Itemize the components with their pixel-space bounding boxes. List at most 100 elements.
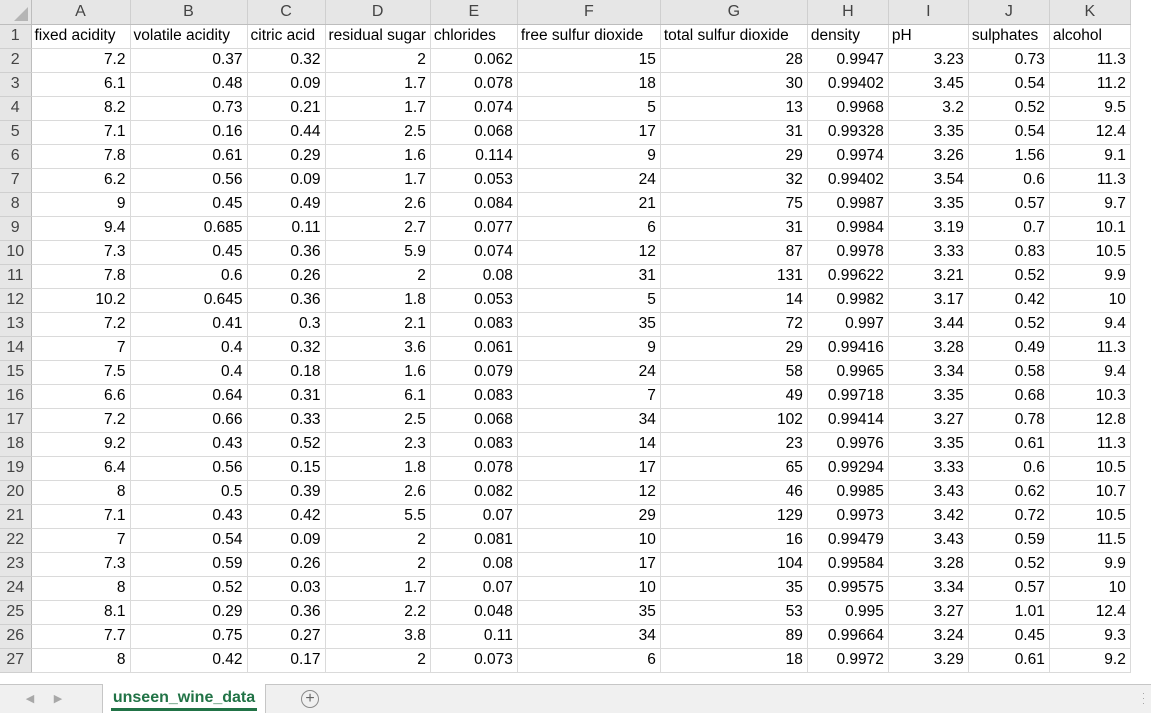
data-cell[interactable]: 0.52 bbox=[968, 96, 1050, 121]
data-cell[interactable]: 3.28 bbox=[888, 552, 969, 577]
data-cell[interactable]: 34 bbox=[517, 624, 661, 649]
data-cell[interactable]: 9.5 bbox=[1049, 96, 1131, 121]
data-cell[interactable]: 3.17 bbox=[888, 288, 969, 313]
data-cell[interactable]: 0.41 bbox=[130, 312, 248, 337]
row-number[interactable]: 21 bbox=[0, 504, 32, 529]
data-cell[interactable]: 0.99294 bbox=[807, 456, 889, 481]
data-cell[interactable]: 46 bbox=[660, 480, 808, 505]
data-cell[interactable]: 2.6 bbox=[325, 192, 431, 217]
data-cell[interactable]: 2 bbox=[325, 264, 431, 289]
data-cell[interactable]: 5 bbox=[517, 96, 661, 121]
column-title-cell[interactable]: residual sugar bbox=[325, 24, 431, 49]
data-cell[interactable]: 10.5 bbox=[1049, 504, 1131, 529]
data-cell[interactable]: 0.9982 bbox=[807, 288, 889, 313]
column-title-cell[interactable]: pH bbox=[888, 24, 969, 49]
data-cell[interactable]: 9.9 bbox=[1049, 264, 1131, 289]
data-cell[interactable]: 0.068 bbox=[430, 120, 518, 145]
data-cell[interactable]: 0.07 bbox=[430, 504, 518, 529]
column-title-cell[interactable]: sulphates bbox=[968, 24, 1050, 49]
data-cell[interactable]: 7.3 bbox=[31, 552, 131, 577]
data-cell[interactable]: 1.6 bbox=[325, 144, 431, 169]
data-cell[interactable]: 0.27 bbox=[247, 624, 326, 649]
data-cell[interactable]: 11.3 bbox=[1049, 168, 1131, 193]
data-cell[interactable]: 0.082 bbox=[430, 480, 518, 505]
data-cell[interactable]: 10 bbox=[1049, 288, 1131, 313]
column-title-cell[interactable]: citric acid bbox=[247, 24, 326, 49]
data-cell[interactable]: 0.99718 bbox=[807, 384, 889, 409]
row-number[interactable]: 7 bbox=[0, 168, 32, 193]
data-cell[interactable]: 31 bbox=[517, 264, 661, 289]
data-cell[interactable]: 2 bbox=[325, 552, 431, 577]
row-number[interactable]: 24 bbox=[0, 576, 32, 601]
data-cell[interactable]: 7 bbox=[31, 528, 131, 553]
data-cell[interactable]: 0.52 bbox=[130, 576, 248, 601]
data-cell[interactable]: 0.077 bbox=[430, 216, 518, 241]
data-cell[interactable]: 2.1 bbox=[325, 312, 431, 337]
data-cell[interactable]: 6.1 bbox=[325, 384, 431, 409]
row-number[interactable]: 5 bbox=[0, 120, 32, 145]
data-cell[interactable]: 9.2 bbox=[1049, 648, 1131, 673]
data-cell[interactable]: 9.4 bbox=[1049, 312, 1131, 337]
data-cell[interactable]: 3.54 bbox=[888, 168, 969, 193]
data-cell[interactable]: 0.99479 bbox=[807, 528, 889, 553]
data-cell[interactable]: 0.43 bbox=[130, 504, 248, 529]
data-cell[interactable]: 0.75 bbox=[130, 624, 248, 649]
data-cell[interactable]: 0.68 bbox=[968, 384, 1050, 409]
data-cell[interactable]: 0.08 bbox=[430, 552, 518, 577]
data-cell[interactable]: 0.36 bbox=[247, 288, 326, 313]
row-number[interactable]: 8 bbox=[0, 192, 32, 217]
data-cell[interactable]: 9.9 bbox=[1049, 552, 1131, 577]
data-cell[interactable]: 58 bbox=[660, 360, 808, 385]
column-title-cell[interactable]: alcohol bbox=[1049, 24, 1131, 49]
data-cell[interactable]: 12 bbox=[517, 480, 661, 505]
data-cell[interactable]: 0.11 bbox=[430, 624, 518, 649]
data-cell[interactable]: 35 bbox=[517, 312, 661, 337]
data-cell[interactable]: 0.21 bbox=[247, 96, 326, 121]
column-header-i[interactable]: I bbox=[888, 0, 969, 25]
data-cell[interactable]: 0.081 bbox=[430, 528, 518, 553]
prev-sheet-icon[interactable]: ◀ bbox=[22, 690, 38, 708]
data-cell[interactable]: 0.083 bbox=[430, 312, 518, 337]
data-cell[interactable]: 6.4 bbox=[31, 456, 131, 481]
data-cell[interactable]: 0.09 bbox=[247, 168, 326, 193]
data-cell[interactable]: 31 bbox=[660, 216, 808, 241]
data-cell[interactable]: 0.6 bbox=[130, 264, 248, 289]
data-cell[interactable]: 12.4 bbox=[1049, 600, 1131, 625]
data-cell[interactable]: 72 bbox=[660, 312, 808, 337]
data-cell[interactable]: 10.5 bbox=[1049, 456, 1131, 481]
data-cell[interactable]: 0.29 bbox=[130, 600, 248, 625]
data-cell[interactable]: 0.72 bbox=[968, 504, 1050, 529]
data-cell[interactable]: 0.078 bbox=[430, 72, 518, 97]
data-cell[interactable]: 17 bbox=[517, 456, 661, 481]
select-all-corner[interactable] bbox=[0, 0, 32, 25]
data-cell[interactable]: 1.01 bbox=[968, 600, 1050, 625]
column-header-j[interactable]: J bbox=[968, 0, 1050, 25]
data-cell[interactable]: 2.6 bbox=[325, 480, 431, 505]
data-cell[interactable]: 0.03 bbox=[247, 576, 326, 601]
data-cell[interactable]: 24 bbox=[517, 168, 661, 193]
data-cell[interactable]: 1.56 bbox=[968, 144, 1050, 169]
data-cell[interactable]: 10.3 bbox=[1049, 384, 1131, 409]
data-cell[interactable]: 0.114 bbox=[430, 144, 518, 169]
row-number[interactable]: 18 bbox=[0, 432, 32, 457]
data-cell[interactable]: 17 bbox=[517, 552, 661, 577]
data-cell[interactable]: 7.8 bbox=[31, 264, 131, 289]
row-number[interactable]: 6 bbox=[0, 144, 32, 169]
data-cell[interactable]: 0.083 bbox=[430, 432, 518, 457]
data-cell[interactable]: 0.645 bbox=[130, 288, 248, 313]
data-cell[interactable]: 0.995 bbox=[807, 600, 889, 625]
data-cell[interactable]: 16 bbox=[660, 528, 808, 553]
data-cell[interactable]: 0.62 bbox=[968, 480, 1050, 505]
data-cell[interactable]: 0.685 bbox=[130, 216, 248, 241]
column-header-a[interactable]: A bbox=[31, 0, 131, 25]
data-cell[interactable]: 0.54 bbox=[968, 72, 1050, 97]
data-cell[interactable]: 0.6 bbox=[968, 456, 1050, 481]
data-cell[interactable]: 28 bbox=[660, 48, 808, 73]
data-cell[interactable]: 31 bbox=[660, 120, 808, 145]
add-sheet-icon[interactable]: + bbox=[301, 690, 319, 708]
data-cell[interactable]: 0.053 bbox=[430, 168, 518, 193]
data-cell[interactable]: 8.1 bbox=[31, 600, 131, 625]
data-cell[interactable]: 3.26 bbox=[888, 144, 969, 169]
data-cell[interactable]: 3.23 bbox=[888, 48, 969, 73]
data-cell[interactable]: 15 bbox=[517, 48, 661, 73]
